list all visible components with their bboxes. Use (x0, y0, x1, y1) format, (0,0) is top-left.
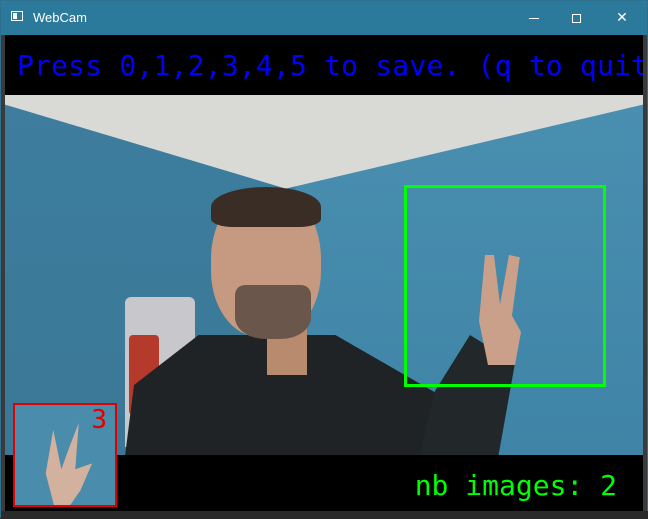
instruction-text: Press 0,1,2,3,4,5 to save. (q to quit) (17, 49, 643, 82)
maximize-icon (571, 13, 581, 23)
webcam-window: WebCam ✕ Press 0,1,2,3,4,5 to save. (q t… (0, 0, 648, 519)
maximize-button[interactable] (553, 1, 599, 35)
hand-detection-box (404, 185, 606, 387)
saved-image-thumbnail: 3 (13, 403, 117, 507)
title-bar[interactable]: WebCam ✕ (1, 1, 647, 35)
image-count-text: nb images: 2 (414, 469, 617, 502)
instruction-banner: Press 0,1,2,3,4,5 to save. (q to quit) (5, 35, 643, 95)
person-beard (235, 285, 311, 339)
webcam-canvas: Press 0,1,2,3,4,5 to save. (q to quit) n… (5, 35, 643, 511)
close-icon: ✕ (616, 10, 628, 26)
window-title: WebCam (33, 10, 87, 25)
minimize-button[interactable] (511, 1, 557, 35)
thumbnail-label: 3 (91, 405, 107, 435)
minimize-icon (529, 17, 539, 19)
thumbnail-hand (45, 423, 93, 505)
person-hair (211, 187, 321, 227)
close-button[interactable]: ✕ (599, 1, 645, 35)
window-app-icon (11, 11, 23, 21)
